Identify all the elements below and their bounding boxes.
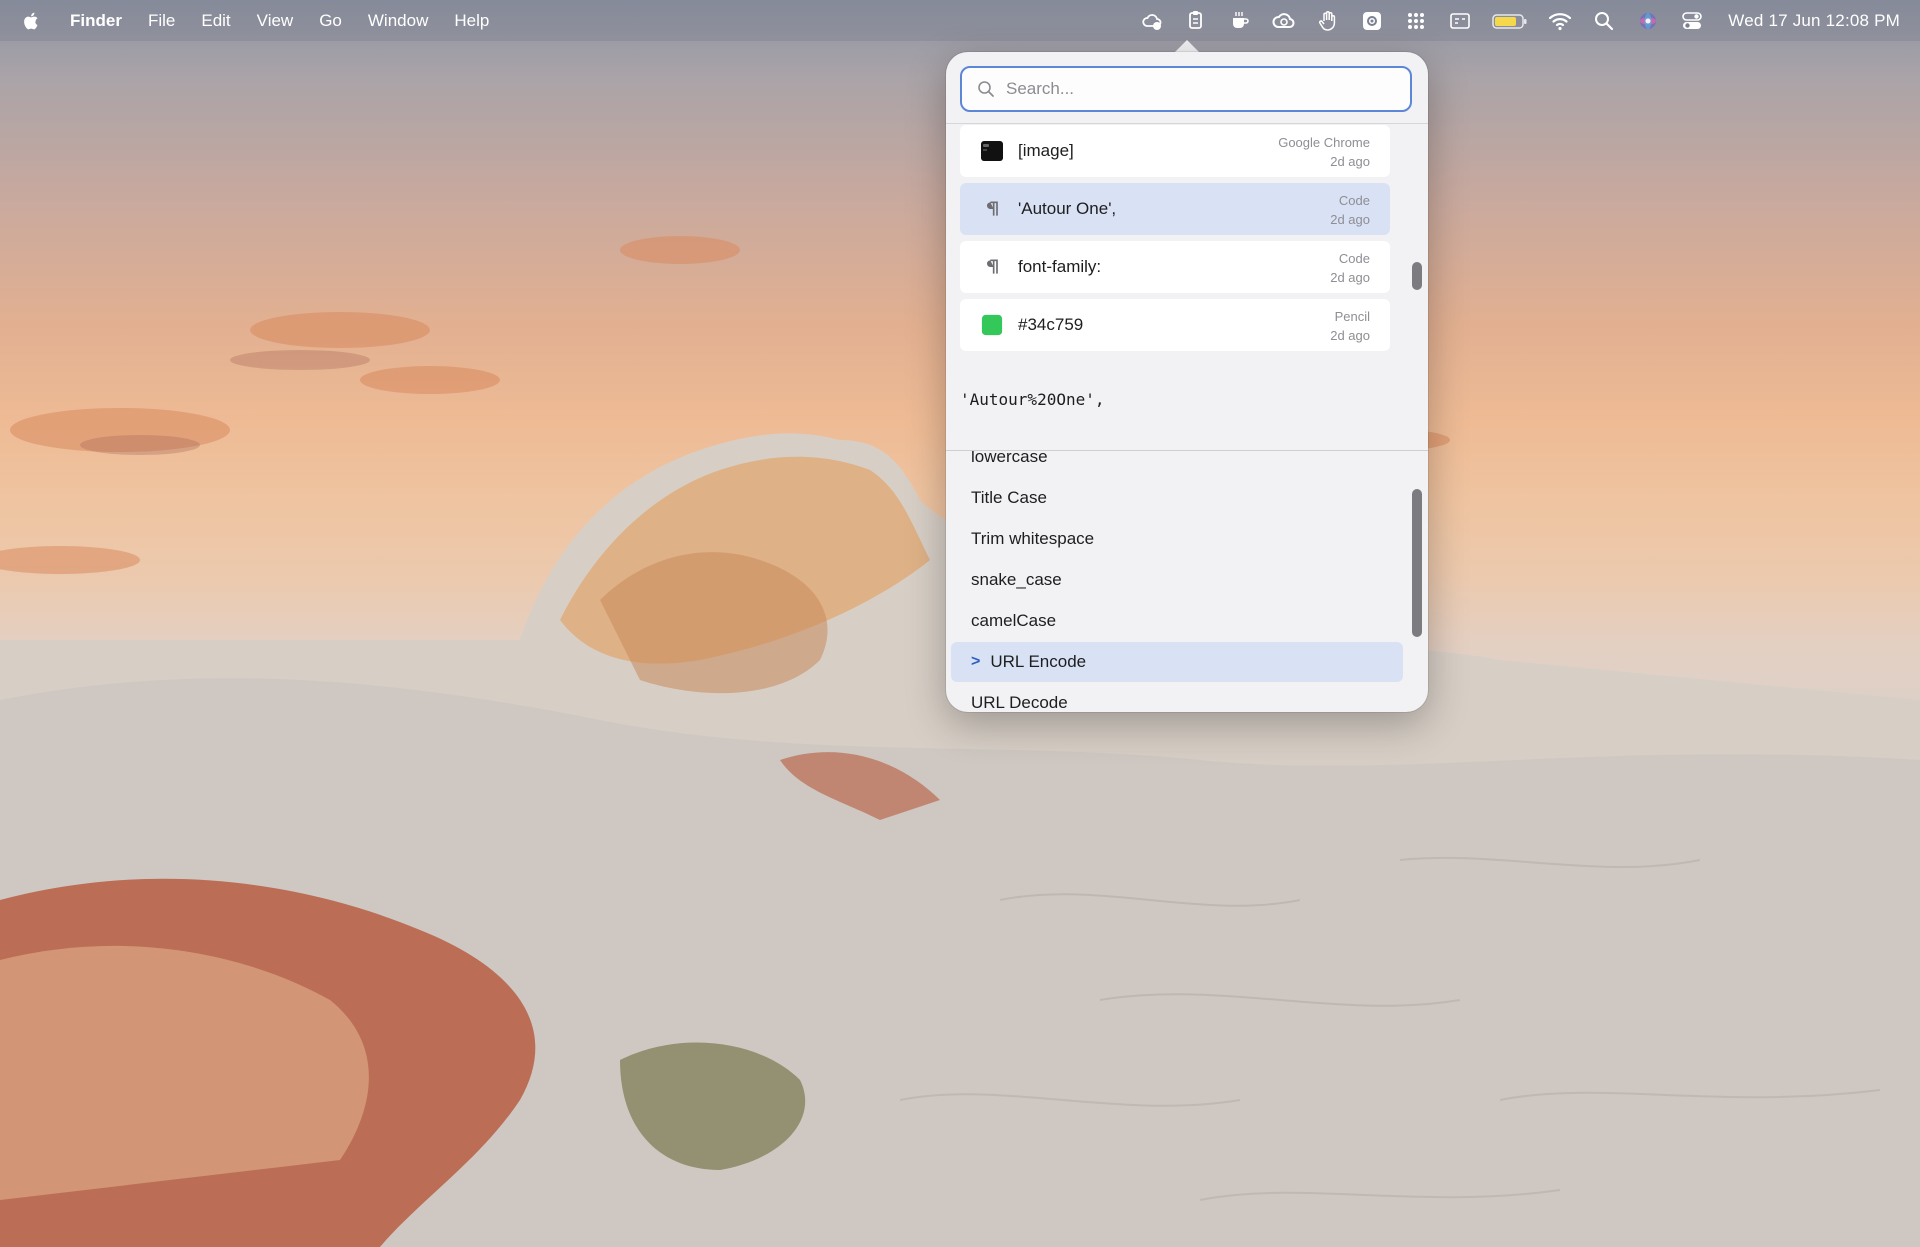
transform-label: URL Encode	[990, 652, 1087, 671]
transform-scrollbar[interactable]	[1412, 489, 1422, 637]
clip-item-time: 2d ago	[1330, 154, 1370, 169]
clip-item[interactable]: [image] Google Chrome 2d ago	[960, 125, 1390, 177]
menu-window[interactable]: Window	[368, 11, 428, 31]
clip-item-meta: Pencil 2d ago	[1330, 307, 1370, 345]
transform-preview: 'Autour%20One',	[960, 390, 1105, 409]
apple-menu-icon[interactable]	[22, 9, 44, 33]
clip-item-source: Code	[1338, 193, 1370, 208]
color-swatch-icon	[980, 313, 1004, 337]
menu-bar-clock[interactable]: Wed 17 Jun 12:08 PM	[1728, 11, 1900, 31]
menu-bar: Finder File Edit View Go Window Help Wed…	[0, 0, 1920, 41]
menu-bar-left: Finder File Edit View Go Window Help	[0, 0, 515, 41]
clip-item-time: 2d ago	[1330, 328, 1370, 343]
weather-icon[interactable]	[1140, 9, 1164, 33]
transform-url-encode[interactable]: > URL Encode	[951, 642, 1403, 682]
hand-icon[interactable]	[1316, 9, 1340, 33]
transform-list: lowercase Title Case Trim whitespace sna…	[946, 451, 1428, 712]
transform-camel-case[interactable]: camelCase	[971, 601, 1056, 641]
search-field[interactable]	[960, 66, 1412, 112]
clip-item-selected[interactable]: 'Autour One', Code 2d ago	[960, 183, 1390, 235]
clipboard-history-list: [image] Google Chrome 2d ago 'Autour One…	[960, 125, 1390, 401]
transform-title-case[interactable]: Title Case	[971, 478, 1047, 518]
spotlight-search-icon[interactable]	[1592, 9, 1616, 33]
clip-item-source: Code	[1338, 251, 1370, 266]
search-divider	[946, 123, 1428, 124]
menu-bar-status-area: Wed 17 Jun 12:08 PM	[1130, 0, 1900, 41]
history-scrollbar[interactable]	[1412, 262, 1422, 290]
search-icon	[978, 81, 994, 97]
image-thumbnail-icon	[980, 139, 1004, 163]
clip-item-meta: Google Chrome 2d ago	[1278, 133, 1370, 171]
clip-item-meta: Code 2d ago	[1330, 249, 1370, 287]
clipboard-popover: [image] Google Chrome 2d ago 'Autour One…	[946, 52, 1428, 712]
creative-cloud-icon[interactable]	[1272, 9, 1296, 33]
selected-chevron-icon: >	[971, 653, 981, 670]
coffee-icon[interactable]	[1228, 9, 1252, 33]
siri-icon[interactable]	[1636, 9, 1660, 33]
clip-item[interactable]: #34c759 Pencil 2d ago	[960, 299, 1390, 351]
clip-item-source: Pencil	[1334, 309, 1370, 324]
gear-badge-icon[interactable]	[1360, 9, 1384, 33]
menu-app-name[interactable]: Finder	[70, 11, 122, 31]
clip-item-meta: Code 2d ago	[1330, 191, 1370, 229]
menu-file[interactable]: File	[148, 11, 175, 31]
menu-edit[interactable]: Edit	[201, 11, 230, 31]
transform-lowercase[interactable]: lowercase	[971, 451, 1048, 477]
clip-item-time: 2d ago	[1330, 212, 1370, 227]
display-icon[interactable]	[1448, 9, 1472, 33]
clipboard-manager-icon[interactable]	[1184, 9, 1208, 33]
transform-url-decode[interactable]: URL Decode	[971, 683, 1068, 712]
menu-go[interactable]: Go	[319, 11, 342, 31]
paragraph-icon	[980, 255, 1004, 279]
battery-icon[interactable]	[1492, 9, 1528, 33]
control-center-icon[interactable]	[1680, 9, 1704, 33]
menu-help[interactable]: Help	[454, 11, 489, 31]
search-input[interactable]	[1004, 78, 1388, 100]
wifi-icon[interactable]	[1548, 9, 1572, 33]
clip-item-time: 2d ago	[1330, 270, 1370, 285]
menu-view[interactable]: View	[257, 11, 294, 31]
transform-trim-whitespace[interactable]: Trim whitespace	[971, 519, 1094, 559]
paragraph-icon	[980, 197, 1004, 221]
grid-icon[interactable]	[1404, 9, 1428, 33]
transform-snake-case[interactable]: snake_case	[971, 560, 1062, 600]
clip-item-source: Google Chrome	[1278, 135, 1370, 150]
clip-item[interactable]: font-family: Code 2d ago	[960, 241, 1390, 293]
